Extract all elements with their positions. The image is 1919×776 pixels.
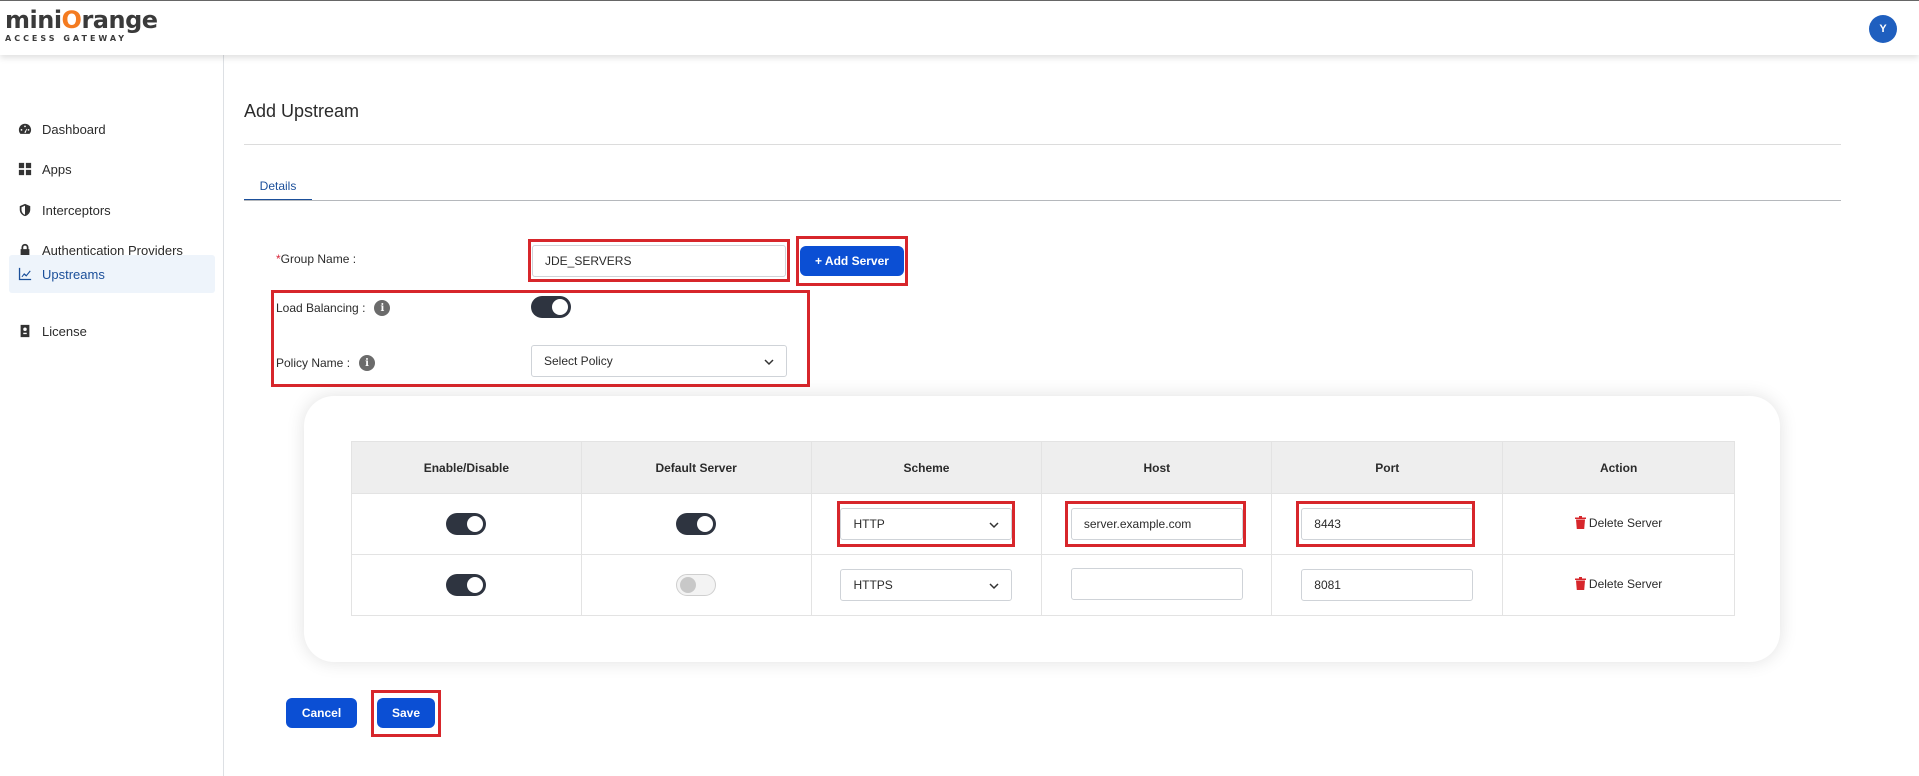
column-header: Default Server (581, 441, 812, 494)
table-row: HTTPS 8081 Delete Server (351, 554, 1735, 616)
brand-wordmark: miniOrange (5, 6, 158, 34)
trash-icon (1574, 516, 1586, 530)
delete-server-button[interactable]: Delete Server (1574, 576, 1663, 591)
column-header: Host (1041, 441, 1273, 494)
scheme-select[interactable]: HTTPS (840, 569, 1013, 601)
sidebar-item-upstreams[interactable]: Upstreams (9, 255, 215, 293)
sidebar-item-apps[interactable]: Apps (9, 151, 215, 187)
chart-line-icon (18, 267, 32, 281)
group-name-label: * Group Name : (276, 252, 356, 266)
enable-toggle[interactable] (446, 574, 487, 596)
policy-name-label-text: Policy Name : (276, 356, 351, 370)
delete-server-label: Delete Server (1588, 515, 1663, 530)
sidebar: Dashboard Apps Interceptors Authenticati… (0, 55, 224, 776)
default-server-toggle[interactable] (676, 574, 717, 596)
sidebar-item-label: Upstreams (42, 266, 105, 282)
column-header: Port (1271, 441, 1504, 494)
top-bar: miniOrange ACCESS GATEWAY Y (0, 0, 1919, 55)
tab-bar-divider (244, 200, 1841, 201)
brand-logo[interactable]: miniOrange ACCESS GATEWAY (5, 7, 158, 43)
table-header-row: Enable/Disable Default Server Scheme Hos… (351, 441, 1735, 494)
add-server-button[interactable]: + Add Server (800, 246, 904, 276)
port-input[interactable]: 8081 (1301, 569, 1474, 601)
delete-server-button[interactable]: Delete Server (1574, 515, 1663, 530)
sidebar-item-dashboard[interactable]: Dashboard (9, 111, 215, 147)
divider (244, 144, 1841, 145)
column-header: Enable/Disable (351, 441, 582, 494)
page-title: Add Upstream (244, 101, 360, 121)
chevron-down-icon (989, 522, 999, 529)
dashboard-icon (18, 123, 32, 134)
column-header: Scheme (811, 441, 1043, 494)
brand-subtitle: ACCESS GATEWAY (5, 34, 128, 43)
tab-details[interactable]: Details (244, 172, 312, 201)
host-input[interactable]: server.example.com (1070, 508, 1243, 540)
group-name-label-text: Group Name : (280, 252, 357, 266)
default-server-toggle[interactable] (676, 513, 717, 535)
scheme-value: HTTP (853, 517, 885, 531)
sidebar-item-label: License (42, 323, 87, 339)
policy-select-value: Select Policy (544, 354, 613, 368)
policy-name-select[interactable]: Select Policy (531, 345, 787, 377)
cancel-button[interactable]: Cancel (286, 698, 357, 728)
load-balancing-label-text: Load Balancing : (276, 301, 366, 315)
user-avatar[interactable]: Y (1869, 15, 1897, 43)
column-header: Action (1502, 441, 1735, 494)
sidebar-item-label: Interceptors (42, 202, 111, 218)
chevron-down-icon (989, 583, 999, 590)
sidebar-item-interceptors[interactable]: Interceptors (9, 192, 215, 228)
info-icon[interactable]: i (374, 300, 391, 316)
port-input[interactable]: 8443 (1301, 508, 1474, 540)
license-icon (20, 324, 30, 338)
sidebar-item-label: Dashboard (42, 121, 106, 137)
scheme-value: HTTPS (853, 578, 893, 592)
load-balancing-toggle[interactable] (531, 296, 571, 318)
enable-toggle[interactable] (446, 513, 487, 535)
save-button[interactable]: Save (377, 698, 435, 728)
chevron-down-icon (764, 359, 774, 366)
shield-icon (19, 203, 31, 217)
table-row: HTTP server.example.com 8443 Delete Serv… (351, 493, 1735, 555)
host-input[interactable] (1070, 567, 1243, 600)
policy-name-label: Policy Name : i (276, 355, 376, 371)
load-balancing-label: Load Balancing : i (276, 300, 391, 316)
trash-icon (1574, 577, 1586, 591)
scheme-select[interactable]: HTTP (840, 508, 1013, 540)
apps-grid-icon (18, 162, 32, 176)
servers-table: Enable/Disable Default Server Scheme Hos… (351, 441, 1735, 616)
sidebar-item-label: Apps (42, 161, 72, 177)
info-icon[interactable]: i (359, 355, 376, 371)
delete-server-label: Delete Server (1588, 576, 1663, 591)
sidebar-item-license[interactable]: License (9, 313, 215, 349)
group-name-input[interactable]: JDE_SERVERS (532, 245, 786, 277)
